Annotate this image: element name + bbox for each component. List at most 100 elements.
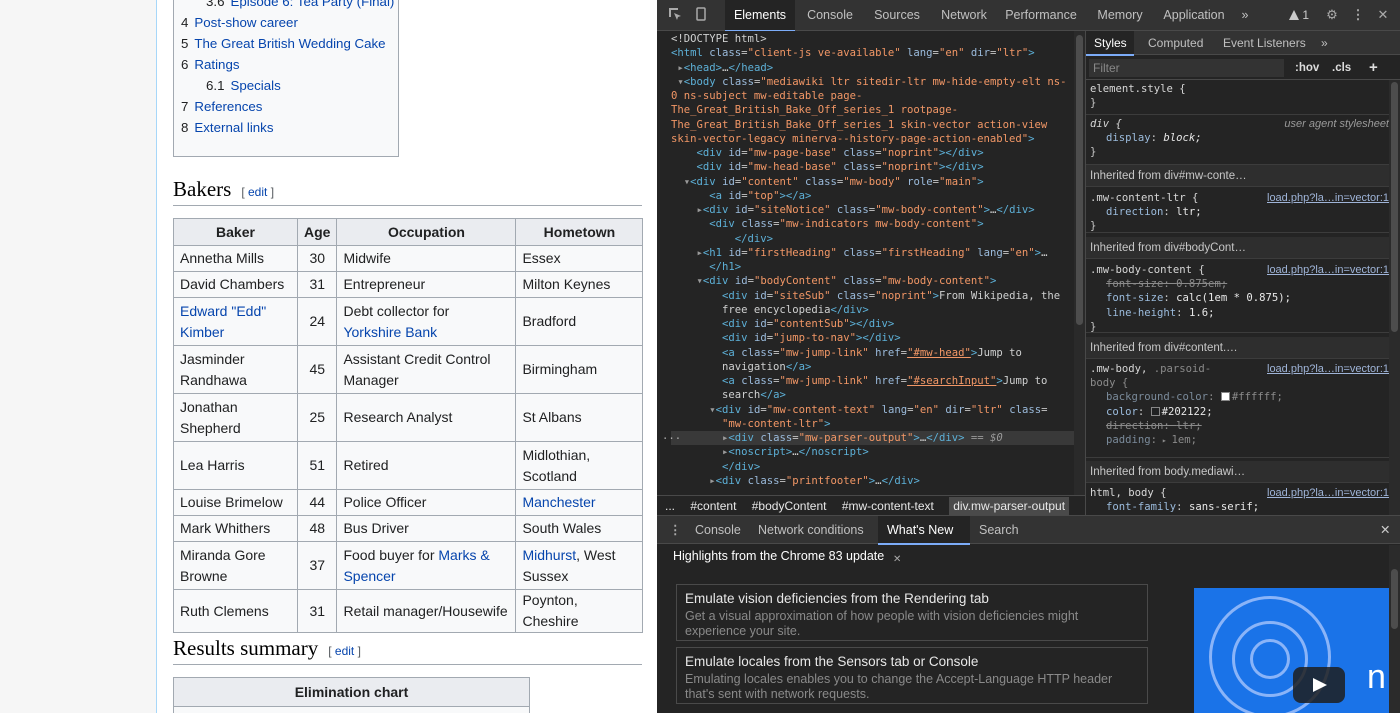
- style-rule[interactable]: .mw-body-content { load.php?la…in=vector…: [1086, 263, 1400, 333]
- drawer-scrollbar[interactable]: [1389, 545, 1400, 713]
- stylesheet-source-link[interactable]: load.php?la…in=vector:1: [1267, 486, 1389, 500]
- hometown-link[interactable]: Midhurst: [522, 547, 576, 563]
- feature-card[interactable]: Emulate locales from the Sensors tab or …: [676, 647, 1148, 704]
- toc-item[interactable]: 6 Ratings: [181, 54, 398, 75]
- dom-node[interactable]: ▸<head>…</head>: [671, 61, 1085, 75]
- toc-item[interactable]: 3.6 Episode 6: Tea Party (Final): [181, 0, 398, 12]
- style-rule[interactable]: .mw-content-ltr { load.php?la…in=vector:…: [1086, 191, 1400, 233]
- tab-computed[interactable]: Computed: [1148, 31, 1203, 55]
- breadcrumb-item[interactable]: ...: [665, 499, 675, 513]
- close-tab-icon[interactable]: ✕: [893, 554, 901, 565]
- tab-memory[interactable]: Memory: [1091, 0, 1149, 31]
- baker-link[interactable]: Edward "Edd" Kimber: [173, 297, 298, 346]
- style-rule[interactable]: .mw-body, .parsoid- load.php?la…in=vecto…: [1086, 362, 1400, 458]
- new-rule-button[interactable]: +: [1369, 59, 1378, 77]
- wikipedia-page: 3.6 Episode 6: Tea Party (Final) 4 Post-sh…: [0, 0, 657, 713]
- toc-item[interactable]: 5 The Great British Wedding Cake: [181, 33, 398, 54]
- style-rule[interactable]: html, body { load.php?la…in=vector:1 fon…: [1086, 486, 1400, 515]
- tab-application[interactable]: Application: [1157, 0, 1231, 31]
- dom-node[interactable]: <html class="client-js ve-available" lan…: [671, 46, 1085, 60]
- close-icon[interactable]: ✕: [1375, 7, 1391, 23]
- column-header: Baker: [173, 218, 298, 246]
- hover-state-toggle[interactable]: :hov: [1295, 59, 1319, 77]
- node-actions-ellipsis[interactable]: ...: [662, 429, 681, 443]
- occupation-link[interactable]: Yorkshire Bank: [343, 324, 437, 340]
- close-drawer-icon[interactable]: ✕: [1380, 516, 1390, 544]
- drawer-tab-network-conditions[interactable]: Network conditions: [758, 516, 864, 544]
- dom-node[interactable]: ▾<div id="content" class="mw-body" role=…: [671, 175, 1085, 189]
- results-heading: Results summary[ edit ]: [173, 636, 642, 665]
- devtools-panel: Elements Console Sources Network Perform…: [657, 0, 1400, 713]
- dom-node[interactable]: <div class="mw-indicators mw-body-conten…: [671, 217, 1085, 231]
- dom-node[interactable]: <a class="mw-jump-link" href="#searchInp…: [671, 374, 1085, 388]
- toc-item[interactable]: 7 References: [181, 96, 398, 117]
- settings-gear-icon[interactable]: ⚙: [1324, 7, 1340, 23]
- dom-node[interactable]: ▸<noscript>…</noscript>: [671, 445, 1085, 459]
- breadcrumb-item-active[interactable]: div.mw-parser-output: [949, 497, 1070, 515]
- feature-card[interactable]: Emulate vision deficiencies from the Ren…: [676, 584, 1148, 641]
- toc-item[interactable]: 4 Post-show career: [181, 12, 398, 33]
- wiki-sidebar: [0, 0, 157, 713]
- edit-link[interactable]: [ edit ]: [241, 185, 274, 199]
- style-rule-element[interactable]: element.style { }: [1086, 82, 1400, 115]
- dom-node[interactable]: ▸<div id="siteNotice" class="mw-body-con…: [671, 203, 1085, 217]
- dom-breadcrumb: ... #content #bodyContent #mw-content-te…: [657, 495, 1085, 515]
- hometown-link[interactable]: Manchester: [515, 489, 644, 516]
- toc-item[interactable]: 6.1 Specials: [181, 75, 398, 96]
- device-toolbar-icon[interactable]: [693, 7, 709, 23]
- stylesheet-source-link[interactable]: load.php?la…in=vector:1: [1267, 263, 1389, 277]
- dom-node[interactable]: <a id="top"></a>: [671, 189, 1085, 203]
- tab-styles[interactable]: Styles: [1086, 31, 1134, 56]
- tab-console[interactable]: Console: [800, 0, 860, 31]
- breadcrumb-item[interactable]: #content: [690, 499, 736, 513]
- play-icon[interactable]: [1293, 667, 1345, 703]
- dom-node[interactable]: <div id="mw-page-base" class="noprint"><…: [671, 146, 1085, 160]
- dom-node[interactable]: ▸<div class="printfooter">…</div>: [671, 474, 1085, 488]
- inherited-header: Inherited from div#content.…: [1086, 337, 1400, 359]
- toc-item[interactable]: 8 External links: [181, 117, 398, 138]
- color-swatch[interactable]: [1150, 406, 1160, 416]
- tab-event-listeners[interactable]: Event Listeners: [1223, 31, 1306, 55]
- dom-node[interactable]: <div id="jump-to-nav"></div>: [671, 331, 1085, 345]
- style-rule-div[interactable]: div { user agent stylesheet display: blo…: [1086, 117, 1400, 165]
- table-row: David Chambers 31 Entrepreneur Milton Ke…: [173, 271, 644, 298]
- dom-node[interactable]: <!DOCTYPE html>: [671, 32, 1085, 46]
- more-tabs-button[interactable]: »: [1321, 31, 1328, 55]
- dom-node[interactable]: ▾<body class="mediawiki ltr sitedir-ltr …: [671, 75, 1085, 89]
- drawer-menu-icon[interactable]: ⋮: [669, 516, 682, 544]
- tab-network[interactable]: Network: [934, 0, 994, 31]
- whats-new-video-thumbnail[interactable]: n: [1194, 588, 1400, 713]
- tab-performance[interactable]: Performance: [1001, 0, 1081, 31]
- breadcrumb-item[interactable]: #mw-content-text: [842, 499, 934, 513]
- drawer-tab-console[interactable]: Console: [695, 516, 741, 544]
- color-swatch[interactable]: [1220, 392, 1230, 402]
- ua-stylesheet-label: user agent stylesheet: [1284, 118, 1389, 130]
- styles-filter-input[interactable]: Filter: [1089, 59, 1284, 77]
- drawer-tab-whats-new[interactable]: What's New ✕: [878, 516, 970, 565]
- class-toggle[interactable]: .cls: [1332, 59, 1351, 77]
- breadcrumb-item[interactable]: #bodyContent: [752, 499, 827, 513]
- stylesheet-source-link[interactable]: load.php?la…in=vector:1: [1267, 191, 1389, 205]
- dom-node[interactable]: ▾<div id="mw-content-text" lang="en" dir…: [671, 403, 1085, 417]
- edit-link[interactable]: [ edit ]: [328, 644, 361, 658]
- drawer-tab-search[interactable]: Search: [979, 516, 1019, 544]
- stylesheet-source-link[interactable]: load.php?la…in=vector:1: [1267, 362, 1389, 376]
- inspect-element-icon[interactable]: [667, 7, 683, 23]
- dom-node[interactable]: <div id="siteSub" class="noprint">From W…: [671, 289, 1085, 303]
- dom-node[interactable]: <a class="mw-jump-link" href="#mw-head">…: [671, 346, 1085, 360]
- warnings-badge[interactable]: 1: [1284, 7, 1314, 23]
- dom-node[interactable]: ▸<h1 id="firstHeading" class="firstHeadi…: [671, 246, 1085, 260]
- elements-scrollbar[interactable]: [1074, 31, 1085, 495]
- dom-node[interactable]: <div id="mw-head-base" class="noprint"><…: [671, 160, 1085, 174]
- dom-node[interactable]: ▾<div id="bodyContent" class="mw-body-co…: [671, 274, 1085, 288]
- dom-node[interactable]: <div id="contentSub"></div>: [671, 317, 1085, 331]
- elements-tree[interactable]: <!DOCTYPE html> <html class="client-js v…: [657, 31, 1085, 495]
- kebab-menu-icon[interactable]: ⋮: [1350, 7, 1366, 23]
- more-tabs-button[interactable]: »: [1237, 0, 1253, 31]
- decorative-ring: [1250, 639, 1290, 679]
- table-row: Jonathan Shepherd 25 Research Analyst St…: [173, 393, 644, 442]
- tab-elements[interactable]: Elements: [725, 0, 795, 32]
- tab-sources[interactable]: Sources: [867, 0, 927, 31]
- selected-dom-node[interactable]: ▸<div class="mw-parser-output">…</div> =…: [671, 431, 1085, 446]
- styles-scrollbar[interactable]: [1389, 80, 1400, 515]
